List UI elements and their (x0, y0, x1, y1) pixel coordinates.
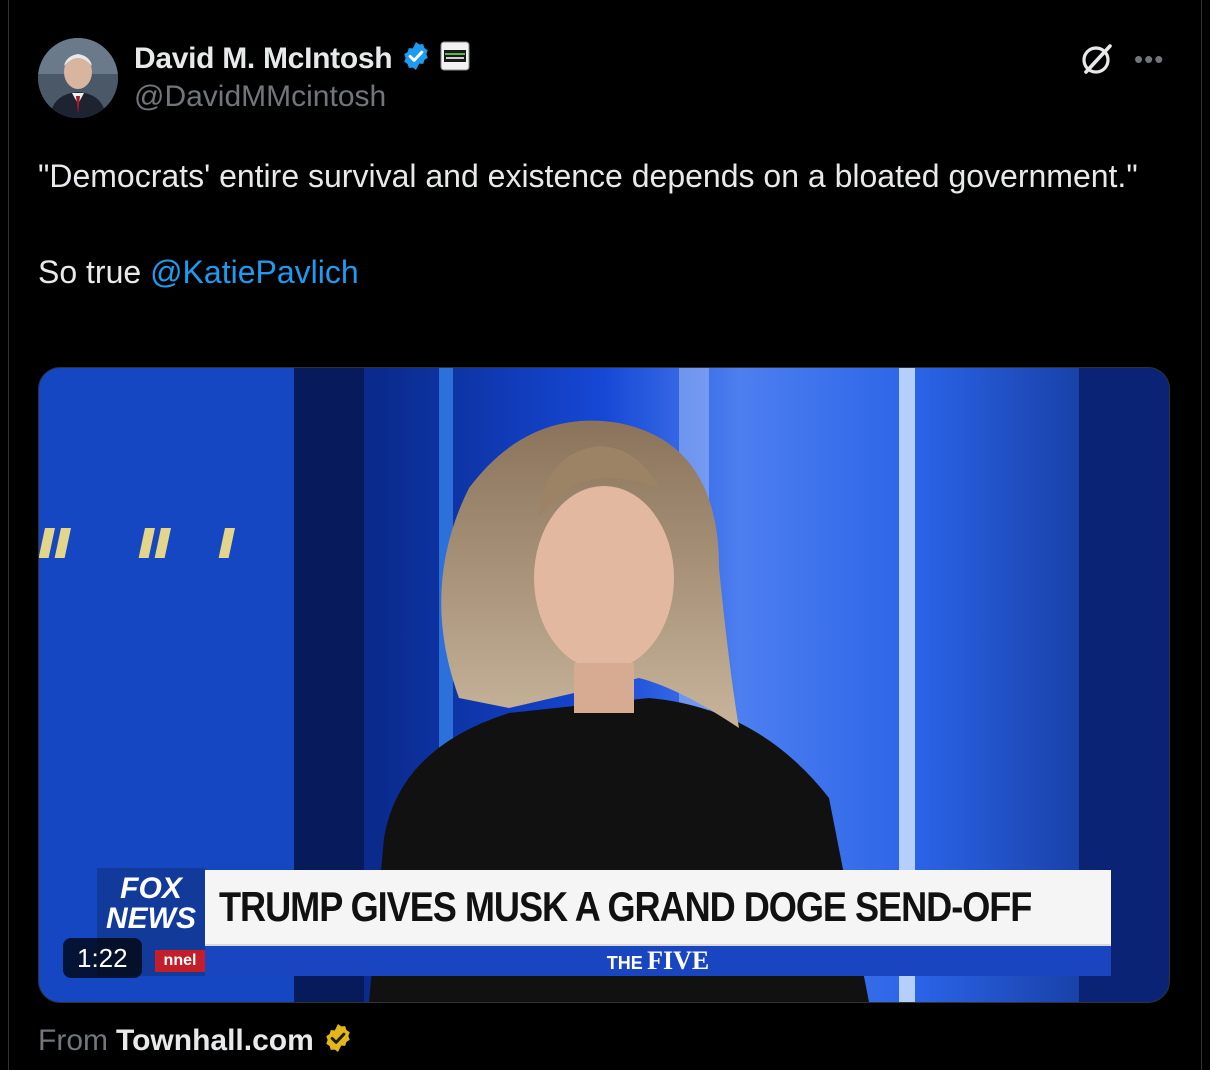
show-name: THE FIVE (205, 946, 1111, 976)
author-display-name[interactable]: David M. McIntosh (134, 42, 393, 76)
grok-icon[interactable] (1078, 40, 1116, 78)
video-player[interactable]: FOX NEWS nnel TRUMP GIVES MUSK A GRAND D… (38, 367, 1170, 1003)
tweet-text: "Democrats' entire survival and existenc… (38, 152, 1148, 296)
verified-badge-icon (400, 40, 432, 77)
network-logo-top: FOX (120, 872, 182, 905)
timeline-border-left (8, 0, 9, 1070)
source-attribution: From Townhall.com (38, 1022, 354, 1059)
network-logo-mid: NEWS (106, 902, 196, 935)
video-duration: 1:22 (63, 938, 142, 978)
gold-verified-badge-icon (322, 1022, 354, 1059)
avatar-image (38, 38, 118, 118)
club-for-growth-badge-icon[interactable] (440, 41, 470, 76)
chyron-headline: TRUMP GIVES MUSK A GRAND DOGE SEND-OFF (219, 883, 1032, 930)
more-options-icon[interactable]: ••• (1134, 44, 1164, 75)
show-name-the: THE (606, 953, 643, 973)
author-handle[interactable]: @DavidMMcintosh (134, 80, 386, 114)
network-logo-channel: nnel (155, 950, 205, 972)
timeline-border-right (1201, 0, 1202, 1070)
mention-link[interactable]: @KatiePavlich (150, 254, 359, 290)
network-logo: FOX NEWS (97, 874, 205, 934)
avatar[interactable] (38, 38, 118, 118)
source-site-link[interactable]: Townhall.com (116, 1024, 314, 1058)
author-name-row: David M. McIntosh (134, 40, 470, 77)
source-from-label: From (38, 1023, 108, 1057)
show-name-five: FIVE (647, 946, 710, 975)
